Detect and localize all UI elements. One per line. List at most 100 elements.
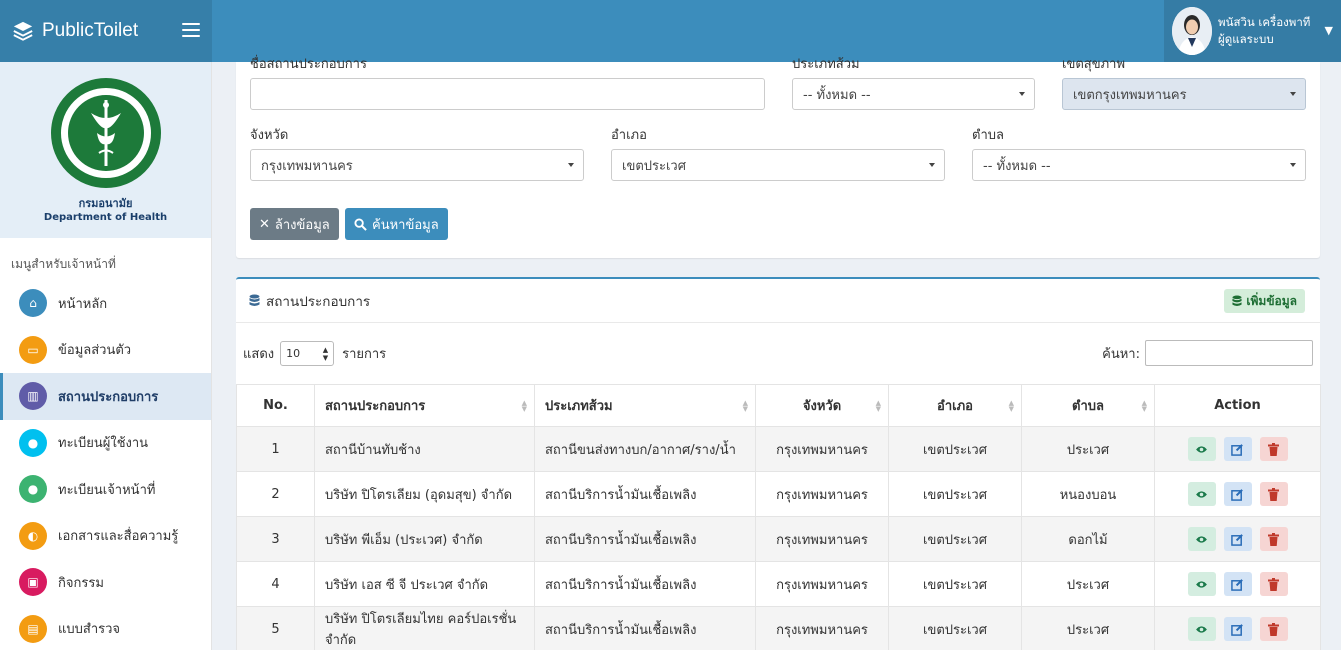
- sidebar-item-4[interactable]: ● ทะเบียนผู้ใช้งาน: [0, 420, 211, 467]
- subdistrict-select[interactable]: -- ทั้งหมด --: [972, 149, 1306, 181]
- type-select[interactable]: -- ทั้งหมด --: [792, 78, 1035, 110]
- column-header-label: ประเภทส้วม: [545, 399, 613, 414]
- sidebar-item-label: หน้าหลัก: [58, 296, 108, 312]
- edit-icon: [1231, 578, 1243, 591]
- sidebar-item-6[interactable]: ◐ เอกสารและสื่อความรู้: [0, 513, 211, 560]
- subdistrict-select-value: -- ทั้งหมด --: [983, 158, 1051, 174]
- cell-type: สถานีบริการน้ำมันเชื้อเพลิง: [534, 606, 756, 650]
- menu-heading: เมนูสำหรับเจ้าหน้าที่: [11, 257, 116, 271]
- sidebar-item-label: เอกสารและสื่อความรู้: [58, 529, 179, 545]
- cell-action: [1154, 516, 1321, 562]
- sidebar-item-2[interactable]: ▭ ข้อมูลส่วนตัว: [0, 327, 211, 374]
- edit-button[interactable]: [1223, 572, 1252, 596]
- sidebar-item-label: กิจกรรม: [58, 575, 104, 591]
- delete-button[interactable]: [1259, 482, 1288, 506]
- cell-no: 3: [236, 516, 315, 562]
- sidebar-item-3[interactable]: ▥ สถานประกอบการ: [0, 373, 211, 420]
- delete-button[interactable]: [1259, 437, 1288, 461]
- search-button[interactable]: ค้นหาข้อมูล: [345, 208, 448, 240]
- sidebar-item-5[interactable]: ● ทะเบียนเจ้าหน้าที่: [0, 466, 211, 513]
- table-row: 5 บริษัท ปิโตรเลียมไทย คอร์ปอเรชั่น จำกัด…: [236, 606, 1321, 650]
- cell-name: บริษัท พีเอ็ม (ประเวศ) จำกัด: [314, 516, 535, 562]
- column-header[interactable]: ประเภทส้วม ▲ ▼: [534, 384, 756, 427]
- cell-name: บริษัท ปิโตรเลียมไทย คอร์ปอเรชั่น จำกัด: [314, 606, 535, 650]
- edit-button[interactable]: [1223, 482, 1252, 506]
- brand-logo[interactable]: PublicToilet: [0, 0, 212, 62]
- trash-icon: [1268, 532, 1279, 546]
- view-button[interactable]: [1187, 572, 1216, 596]
- page-size-select[interactable]: 10 ▲ ▼: [280, 341, 335, 366]
- view-button[interactable]: [1187, 437, 1216, 461]
- user-cog-icon: ●: [19, 475, 47, 504]
- list-header: สถานประกอบการ เพิ่มข้อมูล: [236, 279, 1320, 323]
- region-select[interactable]: เขตกรุงเทพมหานคร: [1062, 78, 1306, 110]
- cell-name: บริษัท เอส ซี จี ประเวศ จำกัด: [314, 561, 535, 607]
- cell-no: 5: [236, 606, 315, 650]
- cell-action: [1154, 561, 1321, 607]
- delete-button[interactable]: [1259, 572, 1288, 596]
- sidebar-item-label: ทะเบียนผู้ใช้งาน: [58, 436, 149, 452]
- sidebar-item-label: สถานประกอบการ: [58, 389, 159, 405]
- clear-button-label: ล้างข้อมูล: [274, 217, 330, 233]
- chevron-down-icon[interactable]: ▼: [1325, 24, 1333, 37]
- add-button[interactable]: เพิ่มข้อมูล: [1224, 289, 1305, 313]
- column-header[interactable]: ตำบล ▲ ▼: [1021, 384, 1155, 427]
- name-input[interactable]: [250, 78, 765, 110]
- eye-icon: [1196, 580, 1207, 588]
- eye-icon: [1196, 625, 1207, 633]
- trash-icon: [1268, 487, 1279, 501]
- column-header[interactable]: สถานประกอบการ ▲ ▼: [314, 384, 535, 427]
- close-icon: ✕: [259, 216, 270, 232]
- cell-name: สถานีบ้านทับช้าง: [314, 426, 535, 472]
- page-size-value: 10: [286, 347, 301, 360]
- province-label: จังหวัด: [250, 128, 289, 143]
- column-header-label: จังหวัด: [802, 399, 842, 414]
- view-button[interactable]: [1187, 617, 1216, 641]
- sort-icon: ▲ ▼: [1008, 399, 1014, 413]
- edit-button[interactable]: [1223, 617, 1252, 641]
- cell-province: กรุงเทพมหานคร: [755, 606, 889, 650]
- province-select[interactable]: กรุงเทพมหานคร: [250, 149, 584, 181]
- list-title: สถานประกอบการ: [266, 293, 371, 310]
- sidebar-item-8[interactable]: ▤ แบบสำรวจ: [0, 606, 211, 650]
- cell-action: [1154, 471, 1321, 517]
- sidebar-item-1[interactable]: ⌂ หน้าหลัก: [0, 280, 211, 327]
- filter-panel: ชื่อสถานประกอบการ ประเภทส้วม -- ทั้งหมด …: [236, 57, 1320, 258]
- column-header-label: สถานประกอบการ: [325, 399, 426, 414]
- table-row: 1 สถานีบ้านทับช้าง สถานีขนส่งทางบก/อากาศ/ร…: [236, 426, 1321, 472]
- edit-icon: [1231, 488, 1243, 501]
- eye-icon: [1196, 490, 1207, 498]
- cell-type: สถานีขนส่งทางบก/อากาศ/ราง/น้ำ: [534, 426, 756, 472]
- column-header[interactable]: จังหวัด ▲ ▼: [755, 384, 889, 427]
- edit-icon: [1231, 443, 1243, 456]
- cell-district: เขตประเวศ: [888, 471, 1022, 517]
- view-button[interactable]: [1187, 527, 1216, 551]
- menu-toggle-icon[interactable]: [182, 23, 200, 37]
- edit-button[interactable]: [1223, 527, 1252, 551]
- type-select-value: -- ทั้งหมด --: [803, 87, 871, 103]
- view-button[interactable]: [1187, 482, 1216, 506]
- department-name-th: กรมอนามัย: [78, 197, 133, 210]
- trash-icon: [1268, 577, 1279, 591]
- database-icon: [1232, 295, 1242, 306]
- clear-button[interactable]: ✕ ล้างข้อมูล: [250, 208, 339, 240]
- district-select[interactable]: เขตประเวศ: [611, 149, 945, 181]
- brand-name: PublicToilet: [42, 20, 139, 41]
- user-menu[interactable]: พนัสวิน เครื่องพาที ผู้ดูแลระบบ ▼: [1164, 0, 1341, 62]
- department-name-en: Department of Health: [43, 212, 168, 223]
- cell-subdistrict: ดอกไม้: [1021, 516, 1155, 562]
- column-header[interactable]: Action: [1154, 384, 1321, 427]
- top-navbar: PublicToilet พนัสวิน เครื่องพาที ผู้ดูแล…: [0, 0, 1341, 62]
- delete-button[interactable]: [1259, 617, 1288, 641]
- column-header[interactable]: อำเภอ ▲ ▼: [888, 384, 1022, 427]
- delete-button[interactable]: [1259, 527, 1288, 551]
- establishment-list-panel: สถานประกอบการ เพิ่มข้อมูล แสดง 10 ▲ ▼ ราย…: [236, 277, 1321, 650]
- column-header[interactable]: No.: [236, 384, 315, 427]
- table-search-input[interactable]: [1145, 340, 1313, 366]
- sidebar-item-7[interactable]: ▣ กิจกรรม: [0, 559, 211, 606]
- database-icon: [249, 294, 260, 306]
- cell-province: กรุงเทพมหานคร: [755, 471, 889, 517]
- user-icon: ●: [19, 428, 47, 457]
- cell-district: เขตประเวศ: [888, 606, 1022, 650]
- edit-button[interactable]: [1223, 437, 1252, 461]
